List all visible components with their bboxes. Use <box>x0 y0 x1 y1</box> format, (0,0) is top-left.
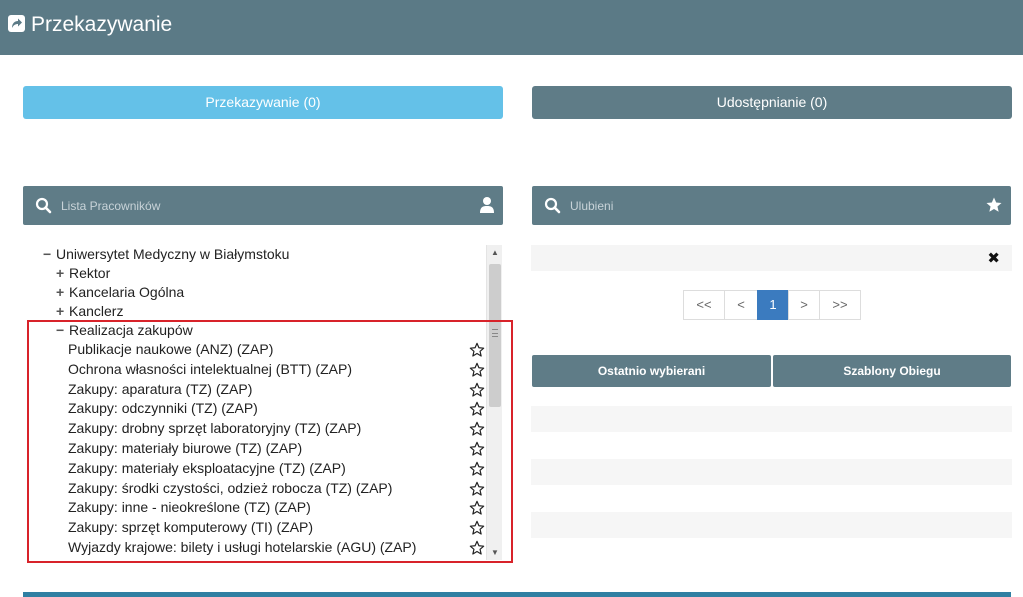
favorite-star-icon[interactable] <box>469 421 485 437</box>
tree-node-label: Rektor <box>69 265 111 281</box>
favorite-star-icon[interactable] <box>469 401 485 417</box>
tree-item-label: Zakupy: materiały eksploatacyjne (TZ) (Z… <box>68 459 346 476</box>
favorite-star-icon[interactable] <box>469 481 485 497</box>
tree-item[interactable]: Zakupy: materiały eksploatacyjne (TZ) (Z… <box>68 458 346 478</box>
page-first-button[interactable]: << <box>683 290 725 320</box>
tree-item-label: Zakupy: drobny sprzęt laboratoryjny (TZ)… <box>68 420 362 437</box>
tree-node-label: Realizacja zakupów <box>69 322 193 338</box>
page-title: Przekazywanie <box>31 13 173 36</box>
tree-item[interactable]: Ochrona własności intelektualnej (BTT) (… <box>68 359 352 379</box>
share-button[interactable]: Udostępnianie (0) <box>532 86 1012 119</box>
page-current-button[interactable]: 1 <box>757 290 789 320</box>
tree-item[interactable]: Zakupy: drobny sprzęt laboratoryjny (TZ)… <box>68 418 361 438</box>
list-item <box>531 459 1012 485</box>
favorite-star-icon[interactable] <box>469 461 485 477</box>
tree-item-label: Zakupy: materiały biurowe (TZ) (ZAP) <box>68 440 303 456</box>
tree-item-label: Wyjazdy krajowe: bilety i usługi hotelar… <box>68 539 417 555</box>
tab-templates[interactable]: Szablony Obiegu <box>773 355 1011 387</box>
share-arrow-icon <box>8 15 25 32</box>
tree-item[interactable]: Publikacje naukowe (ANZ) (ZAP) <box>68 339 273 359</box>
tree-item[interactable]: Wyjazdy krajowe: bilety i usługi hotelar… <box>68 537 416 557</box>
favorite-star-icon[interactable] <box>469 441 485 457</box>
favorites-search-input[interactable] <box>570 196 950 216</box>
employee-search-bar <box>23 186 503 225</box>
favorites-search-bar <box>532 186 1011 225</box>
tree-item[interactable]: Zakupy: aparatura (TZ) (ZAP) <box>68 379 252 399</box>
scroll-down-icon[interactable]: ▼ <box>491 548 499 557</box>
page-prev-button[interactable]: < <box>724 290 758 320</box>
search-icon <box>35 197 52 214</box>
list-item <box>531 406 1012 432</box>
tree-scrollbar[interactable]: ▲ ▼ <box>486 245 502 560</box>
tree-node-kancelaria[interactable]: + Kancelaria Ogólna <box>56 282 184 302</box>
favorite-star-icon[interactable] <box>469 362 485 378</box>
employee-search-input[interactable] <box>61 196 441 216</box>
scroll-up-icon[interactable]: ▲ <box>491 248 499 257</box>
transfer-button[interactable]: Przekazywanie (0) <box>23 86 503 119</box>
tree-item[interactable]: Zakupy: sprzęt komputerowy (TI) (ZAP) <box>68 517 313 537</box>
tree-item-label: Ochrona własności intelektualnej (BTT) (… <box>68 360 352 377</box>
page-last-button[interactable]: >> <box>819 290 861 320</box>
scrollbar-thumb[interactable] <box>489 264 501 407</box>
tree-node-label: Uniwersytet Medyczny w Białymstoku <box>56 246 290 262</box>
tree-item[interactable]: Zakupy: środki czystości, odzież robocza… <box>68 478 392 498</box>
collapse-icon[interactable]: − <box>56 320 68 340</box>
tree-item-label: Zakupy: środki czystości, odzież robocza… <box>68 479 393 496</box>
close-icon[interactable]: ✖ <box>987 249 1000 267</box>
expand-icon[interactable]: + <box>56 301 68 321</box>
tab-recent[interactable]: Ostatnio wybierani <box>532 355 771 387</box>
tree-node-root[interactable]: − Uniwersytet Medyczny w Białymstoku <box>43 244 289 264</box>
tree-node-label: Kanclerz <box>69 303 124 319</box>
organization-tree: − Uniwersytet Medyczny w Białymstoku + Rek… <box>23 244 503 562</box>
app-header: Przekazywanie <box>0 0 1023 55</box>
tree-node-kanclerz[interactable]: + Kanclerz <box>56 301 123 321</box>
user-icon[interactable] <box>479 196 495 214</box>
tree-item-label: Zakupy: inne - nieokreślone (TZ) (ZAP) <box>68 499 311 516</box>
favorite-star-icon[interactable] <box>469 382 485 398</box>
favorites-row: ✖ <box>531 245 1012 271</box>
tree-item-label: Zakupy: sprzęt komputerowy (TI) (ZAP) <box>68 519 314 536</box>
expand-icon[interactable]: + <box>56 263 68 283</box>
tree-node-label: Kancelaria Ogólna <box>69 284 185 300</box>
tree-item[interactable]: Zakupy: inne - nieokreślone (TZ) (ZAP) <box>68 497 311 517</box>
tree-item[interactable]: Zakupy: odczynniki (TZ) (ZAP) <box>68 398 258 418</box>
favorite-star-icon[interactable] <box>469 500 485 516</box>
footer-bar <box>23 592 1011 597</box>
search-icon <box>544 197 561 214</box>
list-item <box>531 512 1012 538</box>
expand-icon[interactable]: + <box>56 282 68 302</box>
tree-item[interactable]: Zakupy: materiały biurowe (TZ) (ZAP) <box>68 438 302 458</box>
favorite-star-icon[interactable] <box>469 540 485 556</box>
star-icon[interactable] <box>985 196 1003 214</box>
collapse-icon[interactable]: − <box>43 244 55 264</box>
tree-item-label: Zakupy: aparatura (TZ) (ZAP) <box>68 380 253 397</box>
tree-node-realizacja[interactable]: − Realizacja zakupów <box>56 320 193 340</box>
tree-node-rektor[interactable]: + Rektor <box>56 263 110 283</box>
tree-item-label: Publikacje naukowe (ANZ) (ZAP) <box>68 341 274 357</box>
favorite-star-icon[interactable] <box>469 342 485 358</box>
tree-item-label: Zakupy: odczynniki (TZ) (ZAP) <box>68 400 258 417</box>
favorite-star-icon[interactable] <box>469 520 485 536</box>
page-next-button[interactable]: > <box>788 290 820 320</box>
